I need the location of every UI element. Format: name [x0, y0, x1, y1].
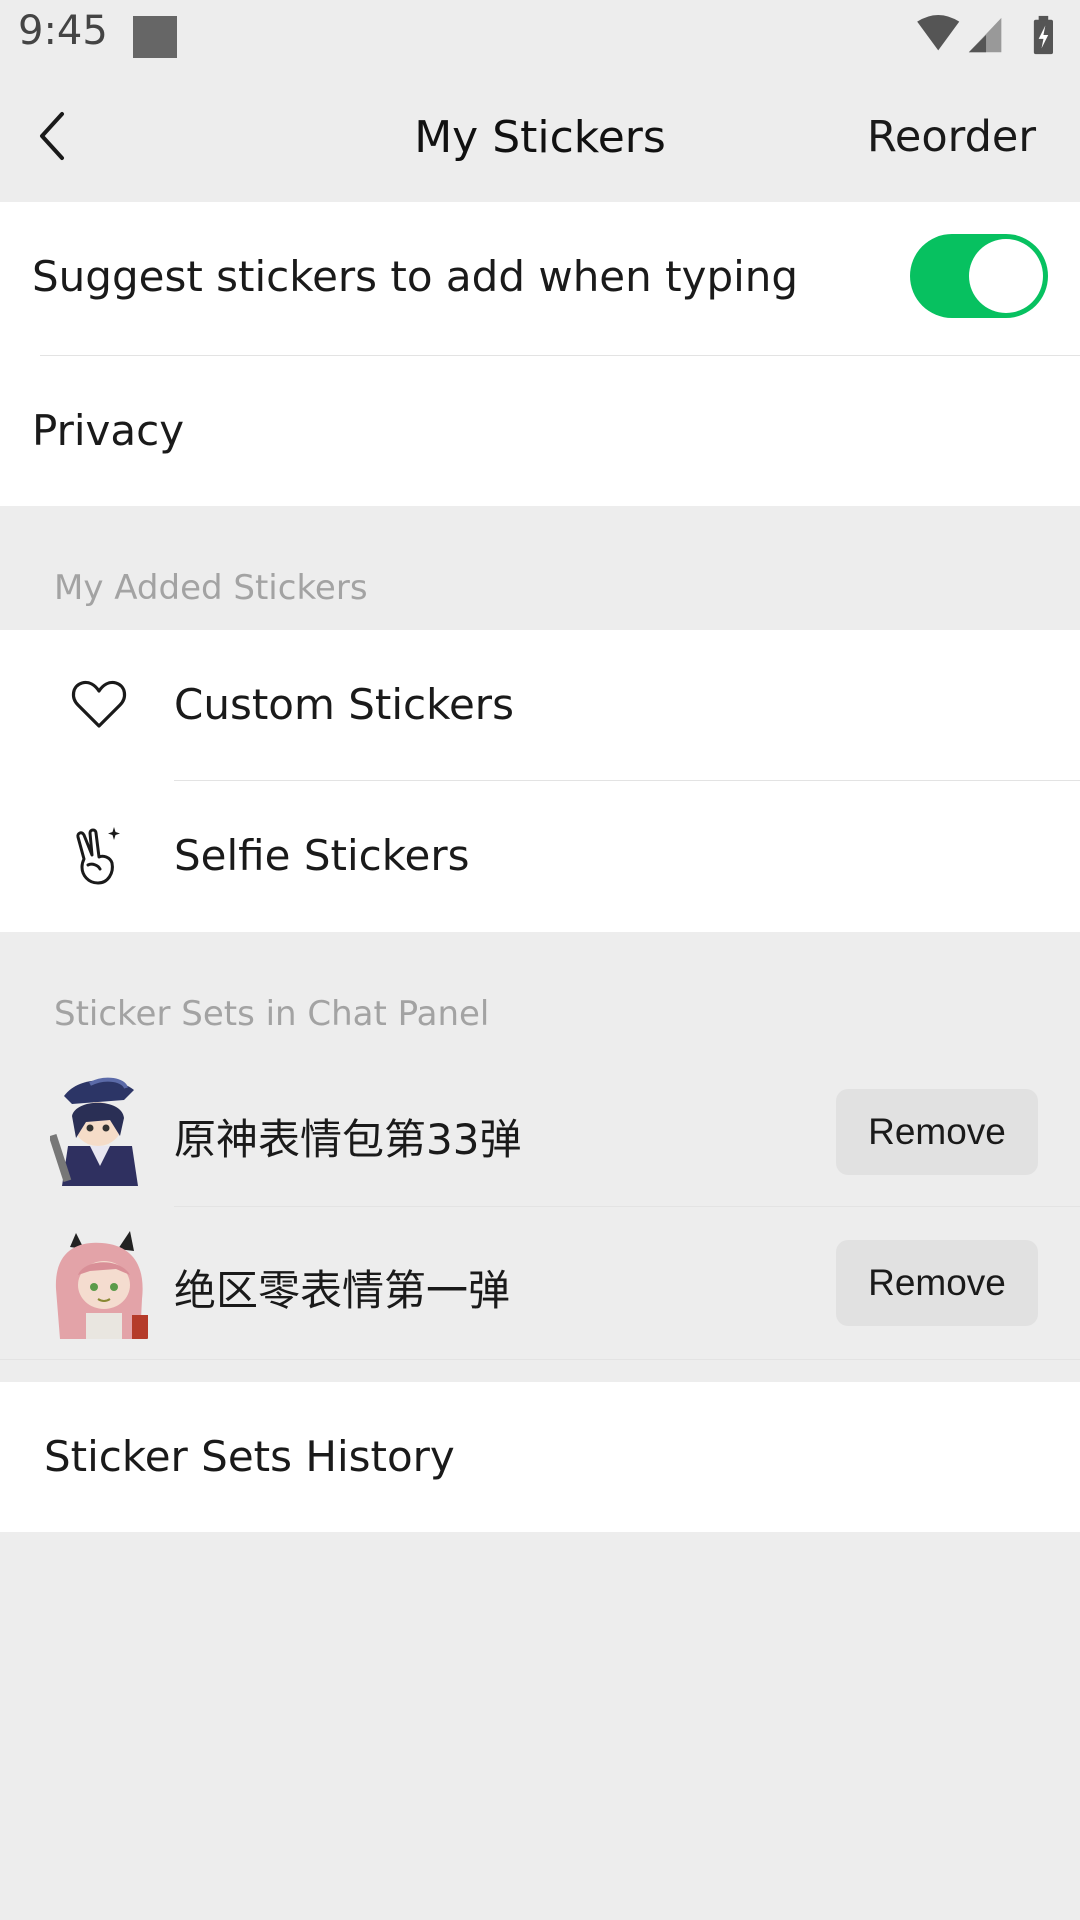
- status-time: 9:45: [18, 8, 108, 54]
- section-label-added: My Added Stickers: [54, 568, 368, 608]
- sticker-thumbnail-zzz: [55, 1231, 148, 1339]
- added-stickers-group: Custom Stickers Selfie Stickers: [0, 630, 1080, 932]
- notification-icon: [133, 16, 177, 58]
- sticker-sets-history-label: Sticker Sets History: [44, 1432, 455, 1481]
- navigation-header: My Stickers Reorder: [0, 76, 1080, 202]
- toggle-knob: [969, 239, 1043, 313]
- victory-hand-icon: [76, 827, 120, 885]
- sticker-set-name: 绝区零表情第一弹: [174, 1266, 511, 1315]
- sticker-set-row: 原神表情包第33弹 Remove: [0, 1056, 1080, 1206]
- sticker-sets-history-row[interactable]: Sticker Sets History: [0, 1382, 1080, 1532]
- sticker-set-row: 绝区零表情第一弹 Remove: [0, 1207, 1080, 1357]
- privacy-row[interactable]: Privacy: [0, 356, 1080, 506]
- remove-button[interactable]: Remove: [836, 1240, 1038, 1326]
- sticker-set-name: 原神表情包第33弹: [174, 1115, 522, 1164]
- custom-stickers-row[interactable]: Custom Stickers: [0, 630, 1080, 780]
- suggest-stickers-label: Suggest stickers to add when typing: [32, 252, 799, 301]
- status-bar: 9:45: [0, 0, 1080, 76]
- selfie-stickers-row[interactable]: Selfie Stickers: [0, 781, 1080, 932]
- suggest-stickers-toggle[interactable]: [910, 234, 1048, 318]
- my-stickers-screen: 9:45 My Stickers Reorder Suggest sticker…: [0, 0, 1080, 1920]
- privacy-label: Privacy: [32, 406, 185, 455]
- suggest-stickers-row: Suggest stickers to add when typing: [0, 202, 1080, 354]
- heart-icon: [71, 680, 127, 728]
- status-icons: [917, 14, 1053, 55]
- section-label-panel: Sticker Sets in Chat Panel: [54, 994, 490, 1034]
- sticker-thumbnail-genshin: [50, 1077, 138, 1186]
- selfie-stickers-label: Selfie Stickers: [174, 831, 470, 880]
- reorder-button[interactable]: Reorder: [867, 112, 1036, 162]
- divider: [0, 1359, 1080, 1360]
- settings-group: Suggest stickers to add when typing Priv…: [0, 202, 1080, 506]
- wifi-icon: [917, 14, 960, 51]
- battery-charging-icon: [1033, 15, 1053, 55]
- remove-button[interactable]: Remove: [836, 1089, 1038, 1175]
- custom-stickers-label: Custom Stickers: [174, 680, 514, 729]
